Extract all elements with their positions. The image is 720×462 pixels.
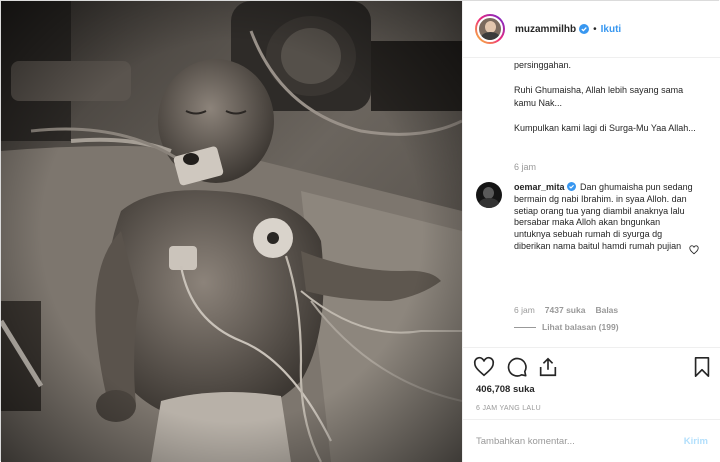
commenter-username[interactable]: oemar_mita (514, 182, 565, 192)
caption-text: persinggahan. Ruhi Ghumaisha, Allah lebi… (514, 59, 704, 147)
separator-dot: • (593, 23, 597, 35)
view-replies-label: Lihat balasan (199) (542, 322, 619, 332)
caption-line: Ruhi Ghumaisha, Allah lebih sayang sama … (514, 85, 684, 108)
bookmark-icon[interactable] (691, 356, 713, 378)
replies-divider (514, 326, 536, 328)
author-avatar[interactable] (475, 14, 505, 44)
post-actions: 406,708 suka 6 JAM YANG LALU (463, 347, 720, 417)
avatar-image (477, 16, 503, 42)
comment-like-heart-icon[interactable] (689, 245, 699, 255)
post-likes-count[interactable]: 406,708 suka (476, 384, 535, 395)
post-timestamp[interactable]: 6 JAM YANG LALU (476, 405, 541, 412)
post-frame: muzammilhb • Ikuti persinggahan. Ruhi Gh… (0, 0, 720, 462)
comment-meta: 6 jam 7437 suka Balas (514, 305, 618, 315)
comment-text: Dan ghumaisha pun sedang bermain dg nabi… (514, 182, 693, 251)
verified-badge-icon (566, 182, 576, 191)
comments-section[interactable]: persinggahan. Ruhi Ghumaisha, Allah lebi… (463, 59, 720, 347)
verified-badge-icon (579, 24, 590, 34)
commenter-avatar[interactable] (476, 182, 502, 208)
view-replies-button[interactable]: Lihat balasan (199) (514, 322, 619, 332)
newborn-photo-illustration (1, 1, 462, 462)
reply-button[interactable]: Balas (595, 305, 618, 315)
caption-timestamp: 6 jam (514, 162, 537, 172)
comment-body: oemar_mita Dan ghumaisha pun sedang berm… (514, 182, 694, 253)
comment-likes[interactable]: 7437 suka (545, 305, 586, 315)
caption-line: persinggahan. (514, 60, 572, 70)
add-comment-bar: Kirim (463, 419, 720, 462)
follow-button[interactable]: Ikuti (601, 24, 622, 35)
heart-icon[interactable] (473, 356, 495, 378)
post-side-panel: muzammilhb • Ikuti persinggahan. Ruhi Gh… (462, 1, 720, 462)
author-username[interactable]: muzammilhb (515, 24, 576, 35)
comment-icon[interactable] (506, 356, 528, 378)
post-comment-button[interactable]: Kirim (684, 436, 708, 447)
post-header: muzammilhb • Ikuti (463, 1, 720, 58)
comment-input[interactable] (476, 435, 684, 447)
share-icon[interactable] (537, 356, 559, 378)
comment-timestamp: 6 jam (514, 305, 535, 315)
caption-line: Kumpulkan kami lagi di Surga-Mu Yaa Alla… (514, 122, 696, 133)
post-photo[interactable] (1, 1, 462, 462)
